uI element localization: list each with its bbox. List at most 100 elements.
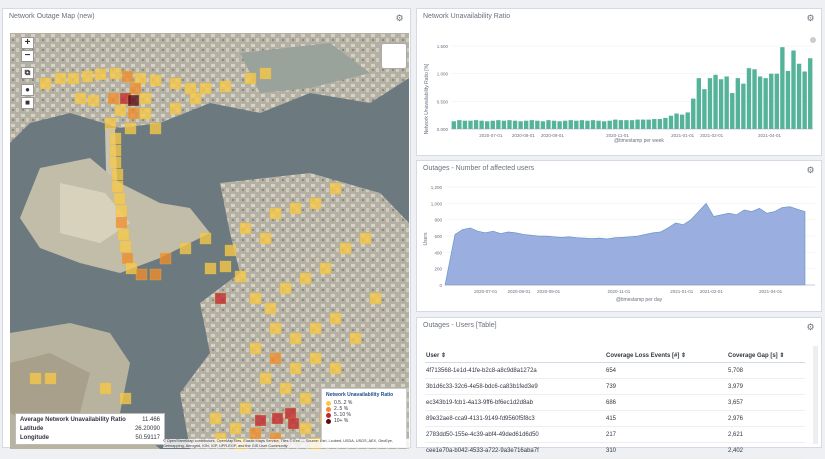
- heatmap-cell: [74, 92, 87, 105]
- fit-bounds-icon[interactable]: ⧉: [21, 67, 34, 79]
- y-tick-label: 600: [434, 234, 442, 239]
- heatmap-cell: [254, 414, 267, 427]
- column-header-user[interactable]: User ⇕: [425, 348, 605, 363]
- heatmap-cell: [94, 68, 107, 81]
- bar: [546, 120, 551, 129]
- map-canvas[interactable]: + − ⧉ ● ■: [10, 33, 409, 449]
- heatmap-cell: [113, 192, 126, 205]
- bar: [562, 120, 568, 129]
- draw-icon[interactable]: ●: [21, 84, 34, 96]
- heatmap-cell: [339, 242, 352, 255]
- heatmap-cell: [127, 94, 140, 107]
- table-row[interactable]: 3b1d6c33-32c6-4e58-bdc6-ca83b1fed3e9 739 3…: [425, 378, 805, 395]
- x-axis-label: @timestamp per day: [616, 297, 663, 303]
- heatmap-cell: [299, 272, 312, 285]
- heatmap-cell: [169, 102, 182, 115]
- bar: [691, 98, 696, 129]
- bar: [568, 120, 573, 129]
- bar: [490, 120, 495, 129]
- x-tick-label: 2021-02-01: [700, 133, 724, 138]
- map-tooltip: Average Network Unavailability Ratio 11.4…: [15, 413, 165, 445]
- bar: [707, 78, 713, 129]
- heatmap-cell: [289, 332, 302, 345]
- heatmap-cell: [239, 222, 252, 235]
- bar: [629, 120, 635, 129]
- zoom-out-icon[interactable]: −: [21, 50, 34, 62]
- bar: [774, 73, 779, 129]
- heatmap-cell: [287, 417, 300, 430]
- bar: [462, 120, 468, 129]
- heatmap-cell: [259, 67, 272, 80]
- layers-icon[interactable]: [381, 43, 407, 69]
- heatmap-cell: [289, 362, 302, 375]
- y-tick-label: 1.500: [437, 44, 449, 49]
- info-value: 26.20090: [134, 426, 160, 432]
- heatmap-cell: [309, 322, 322, 335]
- legend-title: Network Unavailability Ratio: [326, 392, 394, 398]
- gear-icon[interactable]: ⚙: [806, 323, 815, 332]
- x-tick-label: 2020-11-01: [606, 133, 629, 138]
- heatmap-cell: [109, 144, 122, 157]
- column-header-gap[interactable]: Coverage Gap [s] ⇕: [727, 348, 805, 363]
- heatmap-cell: [114, 104, 127, 117]
- heatmap-cell: [121, 252, 134, 265]
- bar: [613, 119, 618, 129]
- bar: [718, 79, 724, 129]
- heatmap-cell: [44, 372, 57, 385]
- table-row[interactable]: ec343b19-fcb1-4a13-9ff6-bf6ec1d2d8ab 686 3…: [425, 394, 805, 411]
- y-tick-label: 200: [434, 267, 442, 272]
- x-axis-label: @timestamp per week: [614, 138, 664, 144]
- x-tick-label: 2021-04-01: [758, 133, 782, 138]
- bar: [769, 73, 774, 129]
- heatmap-cell: [134, 72, 147, 85]
- map-attribution: © OpenStreetMap contributors, OpenMapTil…: [163, 439, 409, 448]
- bar: [679, 114, 685, 129]
- table-row[interactable]: 89e32ae8-cca9-4131-9149-fd9560f5f8c3 415 2…: [425, 410, 805, 427]
- heatmap-cell: [289, 202, 302, 215]
- heatmap-cell: [139, 92, 152, 105]
- heatmap-cell: [115, 204, 128, 217]
- y-tick-label: 1,000: [431, 201, 443, 206]
- gear-icon[interactable]: ⚙: [395, 14, 404, 23]
- legend-swatch: [326, 406, 331, 412]
- heatmap-cell: [259, 372, 272, 385]
- table-row[interactable]: cee1e70a-b042-4533-a722-9a3e716aba7f 310 2…: [425, 442, 805, 459]
- bar: [741, 83, 746, 129]
- heatmap-cell: [109, 67, 122, 80]
- y-tick-label: 1,200: [431, 185, 443, 190]
- x-tick-label: 2020-07-01: [474, 289, 498, 294]
- bar: [596, 120, 601, 129]
- bar: [640, 119, 646, 129]
- zoom-in-icon[interactable]: +: [21, 37, 34, 49]
- heatmap-cell: [224, 244, 237, 257]
- column-header-events[interactable]: Coverage Loss Events [#] ⇕: [605, 348, 727, 363]
- bar: [501, 120, 507, 129]
- bar: [663, 117, 668, 129]
- x-tick-label: 2020-11-01: [608, 289, 631, 294]
- table-scrollbar[interactable]: [813, 346, 818, 444]
- heatmap-cell: [179, 242, 192, 255]
- legend-toggle-icon[interactable]: [810, 37, 816, 43]
- y-tick-label: 800: [434, 218, 442, 223]
- heatmap-cell: [169, 77, 182, 90]
- heatmap-cell: [359, 232, 372, 245]
- heatmap-cell: [269, 322, 282, 335]
- heatmap-cell: [299, 422, 312, 435]
- heatmap-cell: [109, 132, 122, 145]
- heatmap-cell: [149, 74, 162, 87]
- heatmap-cell: [229, 422, 242, 435]
- users-panel: Outages - Number of affected users ⚙ Use…: [416, 160, 822, 312]
- heatmap-cell: [249, 427, 262, 440]
- bar: [685, 112, 690, 129]
- heatmap-cell: [309, 352, 322, 365]
- table-row[interactable]: 2783dd50-155e-4c39-abf4-49ded61d6d50 217 2…: [425, 426, 805, 443]
- table-row[interactable]: 4f713568-1e1d-41fe-b2c8-a8c9d8a1272a 654 5…: [425, 362, 805, 379]
- draw-icon[interactable]: ■: [21, 97, 34, 109]
- x-tick-label: 2020-09-01: [541, 133, 565, 138]
- info-label: Average Network Unavailability Ratio: [20, 417, 126, 423]
- bar: [512, 120, 518, 129]
- bar: [607, 120, 612, 129]
- heatmap-cell: [319, 262, 332, 275]
- bar: [696, 78, 702, 129]
- info-value: 50.59117: [135, 435, 160, 441]
